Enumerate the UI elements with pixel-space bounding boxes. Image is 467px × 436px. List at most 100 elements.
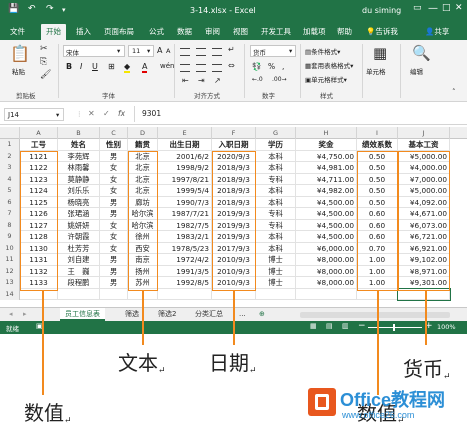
font-color-icon[interactable]: A — [142, 62, 148, 73]
table-cell[interactable]: ¥4,981.00 — [296, 162, 357, 174]
table-cell[interactable]: 1982/7/5 — [158, 219, 212, 231]
insert-function-icon[interactable]: fx — [118, 109, 125, 118]
header-cell[interactable]: 学历 — [256, 139, 296, 151]
name-box[interactable]: J14 ▾ — [4, 108, 64, 121]
table-cell[interactable]: 本科 — [256, 231, 296, 243]
wrap-text-icon[interactable]: ↵ — [228, 45, 235, 54]
paste-button[interactable]: 粘贴 — [12, 66, 25, 76]
tab-help[interactable]: 帮助 — [337, 26, 352, 37]
table-cell[interactable]: 女 — [100, 185, 128, 197]
table-cell[interactable]: 专科 — [256, 219, 296, 231]
row-header[interactable]: 7 — [0, 208, 20, 220]
column-header-h[interactable]: H — [296, 127, 357, 139]
accounting-format-icon[interactable]: 💱 — [252, 62, 261, 71]
tab-file[interactable]: 文件 — [10, 26, 25, 37]
user-name[interactable]: du siming — [362, 6, 401, 15]
confirm-entry-icon[interactable]: ✓ — [103, 109, 110, 118]
fill-color-icon[interactable]: ◆ — [124, 62, 131, 73]
table-cell[interactable]: 1978/5/23 — [158, 242, 212, 254]
row-header[interactable]: 11 — [0, 254, 20, 266]
table-cell[interactable]: 女 — [100, 231, 128, 243]
editing-button[interactable]: 编辑 — [410, 66, 423, 76]
row-header[interactable]: 6 — [0, 196, 20, 208]
table-cell[interactable]: 博士 — [256, 265, 296, 277]
orientation-icon[interactable]: ↗ — [214, 76, 221, 85]
table-cell[interactable]: 张珺涵 — [58, 208, 100, 220]
tab-developer[interactable]: 开发工具 — [261, 26, 291, 37]
grow-font-icon[interactable]: A — [157, 46, 162, 55]
percent-style-icon[interactable]: % — [268, 62, 275, 71]
scroll-right-icon[interactable]: ▸ — [18, 308, 32, 321]
tab-formulas[interactable]: 公式 — [149, 26, 164, 37]
merge-center-icon[interactable]: ⇔ — [228, 61, 235, 70]
header-cell[interactable]: 入职日期 — [212, 139, 256, 151]
align-right-icon[interactable] — [212, 64, 222, 72]
editing-icon[interactable]: 🔍 — [412, 44, 431, 62]
table-cell[interactable]: 男 — [100, 196, 128, 208]
table-cell[interactable]: 专科 — [256, 208, 296, 220]
save-icon[interactable]: 💾 — [8, 4, 19, 14]
conditional-format-button[interactable]: ▤条件格式▾ — [305, 46, 340, 56]
tab-view[interactable]: 视图 — [233, 26, 248, 37]
more-sheets-button[interactable]: ... — [234, 308, 251, 321]
tab-page-layout[interactable]: 页面布局 — [104, 26, 134, 37]
format-painter-icon[interactable]: 🖌 — [40, 70, 51, 80]
cell-styles-button[interactable]: ▣单元格样式▾ — [305, 74, 347, 84]
horizontal-scrollbar[interactable] — [300, 312, 450, 318]
header-cell[interactable]: 工号 — [20, 139, 58, 151]
tab-review[interactable]: 审阅 — [205, 26, 220, 37]
paste-icon[interactable]: 📋 — [10, 44, 30, 63]
outdent-icon[interactable]: ⇥ — [198, 76, 205, 85]
table-cell[interactable]: 1992/8/5 — [158, 277, 212, 289]
align-middle-icon[interactable] — [196, 48, 206, 56]
header-cell[interactable]: 性别 — [100, 139, 128, 151]
column-header-c[interactable]: C — [100, 127, 128, 139]
table-cell[interactable]: 本科 — [256, 242, 296, 254]
zoom-out-icon[interactable]: − — [358, 321, 366, 331]
table-cell[interactable]: ¥4,750.00 — [296, 150, 357, 162]
formula-input[interactable]: 9301 — [142, 109, 161, 118]
tell-me-search[interactable]: 💡告诉我 — [366, 26, 398, 37]
header-cell[interactable]: 姓名 — [58, 139, 100, 151]
table-cell[interactable]: 女 — [100, 242, 128, 254]
column-header-f[interactable]: F — [212, 127, 256, 139]
cancel-entry-icon[interactable]: ✕ — [88, 109, 95, 118]
zoom-level[interactable]: 100% — [437, 323, 456, 331]
table-cell[interactable]: 本科 — [256, 196, 296, 208]
row-header[interactable]: 9 — [0, 231, 20, 243]
table-cell[interactable]: 姚妍妍 — [58, 219, 100, 231]
collapse-ribbon-icon[interactable]: ˄ — [452, 88, 456, 96]
page-break-view-icon[interactable]: ▥ — [342, 322, 349, 330]
tab-insert[interactable]: 插入 — [76, 26, 91, 37]
sheet-tab-employee-info[interactable]: 员工信息表 — [60, 308, 105, 321]
table-cell[interactable]: 1999/5/4 — [158, 185, 212, 197]
table-cell[interactable]: 1987/7/21 — [158, 208, 212, 220]
table-cell[interactable]: 男 — [100, 254, 128, 266]
header-cell[interactable]: 籍贯 — [128, 139, 158, 151]
column-header-a[interactable]: A — [20, 127, 58, 139]
row-header[interactable]: 3 — [0, 162, 20, 174]
column-header-i[interactable]: I — [357, 127, 398, 139]
customize-qat-icon[interactable]: ▾ — [62, 6, 66, 14]
format-as-table-button[interactable]: ▦套用表格格式▾ — [305, 60, 353, 70]
undo-icon[interactable]: ↶ — [28, 4, 36, 14]
table-cell[interactable]: ¥4,500.00 — [296, 231, 357, 243]
table-cell[interactable]: 男 — [100, 277, 128, 289]
decrease-decimal-icon[interactable]: .00→ — [272, 76, 287, 83]
column-header-j[interactable]: J — [398, 127, 450, 139]
underline-button[interactable]: U — [92, 62, 98, 71]
row-header[interactable]: 5 — [0, 185, 20, 197]
font-name-select[interactable]: 宋体 ▾ — [63, 45, 125, 57]
table-cell[interactable]: 男 — [100, 150, 128, 162]
cells-icon[interactable]: ▦ — [373, 44, 387, 62]
redo-icon[interactable]: ↷ — [46, 4, 54, 14]
table-cell[interactable]: 林雨馨 — [58, 162, 100, 174]
header-cell[interactable]: 绩效系数 — [357, 139, 398, 151]
column-header-b[interactable]: B — [58, 127, 100, 139]
normal-view-icon[interactable]: ▦ — [310, 322, 317, 330]
table-cell[interactable]: 王 巍 — [58, 265, 100, 277]
table-cell[interactable]: 女 — [100, 219, 128, 231]
sheet-tab-filter[interactable]: 筛选 — [120, 308, 144, 321]
table-cell[interactable]: ¥8,000.00 — [296, 265, 357, 277]
table-cell[interactable]: 1998/9/2 — [158, 162, 212, 174]
